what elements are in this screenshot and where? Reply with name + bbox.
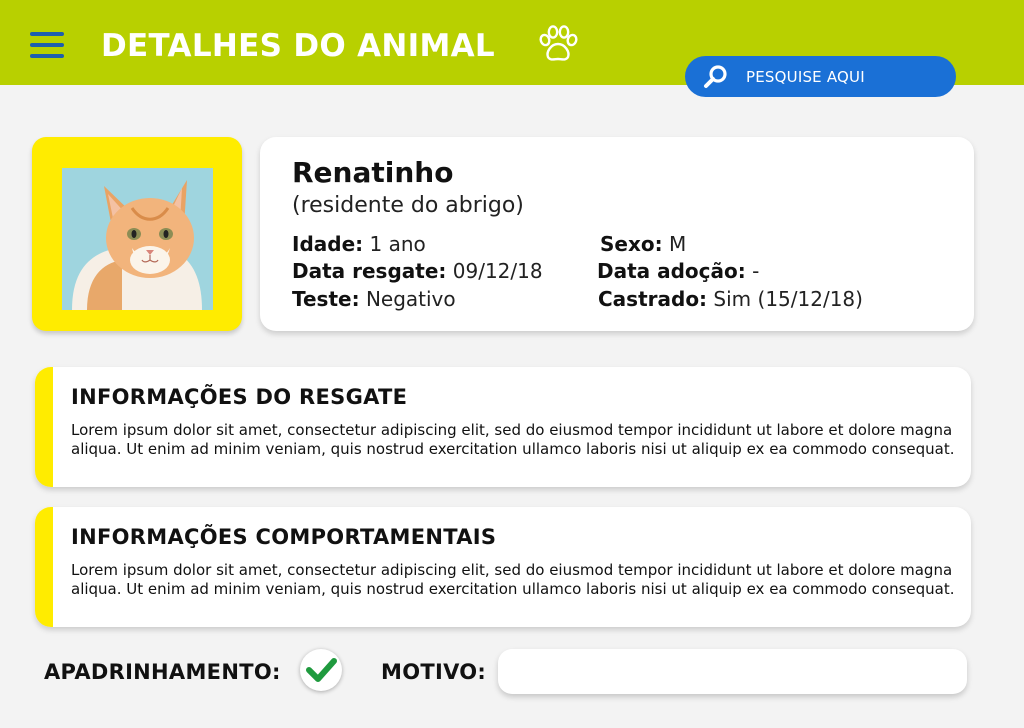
field-data-resgate-label: Data resgate:	[292, 259, 447, 283]
search-bar[interactable]: PESQUISE AQUI	[685, 56, 956, 97]
motivo-input[interactable]	[498, 649, 967, 694]
field-sexo-label: Sexo:	[600, 232, 663, 256]
checkmark-icon	[306, 658, 337, 682]
field-castrado: Castrado: Sim (15/12/18)	[598, 286, 863, 312]
field-teste-label: Teste:	[292, 287, 360, 311]
field-data-adocao: Data adoção: -	[597, 258, 759, 284]
apadrinhamento-label: APADRINHAMENTO:	[44, 660, 281, 684]
animal-photo	[62, 168, 213, 310]
animal-profile-card: Renatinho (residente do abrigo) Idade: 1…	[260, 137, 974, 331]
field-idade-value: 1 ano	[369, 232, 426, 256]
animal-photo-frame	[32, 137, 242, 331]
paw-print-icon	[539, 25, 578, 61]
field-idade: Idade: 1 ano	[292, 231, 426, 257]
page-title: DETALHES DO ANIMAL	[101, 28, 495, 64]
rescue-info-text: Lorem ipsum dolor sit amet, consectetur …	[71, 421, 955, 458]
search-icon[interactable]	[703, 64, 729, 90]
behavior-info-title: INFORMAÇÕES COMPORTAMENTAIS	[71, 525, 497, 549]
field-teste: Teste: Negativo	[292, 286, 456, 312]
rescue-info-title: INFORMAÇÕES DO RESGATE	[71, 385, 408, 409]
field-sexo: Sexo: M	[600, 231, 686, 257]
animal-name: Renatinho	[292, 156, 454, 189]
motivo-label: MOTIVO:	[381, 660, 487, 684]
field-data-adocao-label: Data adoção:	[597, 259, 746, 283]
field-teste-value: Negativo	[365, 287, 456, 311]
card-accent-bar	[35, 367, 53, 487]
field-data-adocao-value: -	[752, 259, 760, 283]
cat-illustration	[62, 168, 213, 310]
rescue-info-card: INFORMAÇÕES DO RESGATE Lorem ipsum dolor…	[35, 367, 971, 487]
field-data-resgate-value: 09/12/18	[452, 259, 543, 283]
field-idade-label: Idade:	[292, 232, 364, 256]
hamburger-menu-icon[interactable]	[30, 32, 64, 58]
field-sexo-value: M	[668, 232, 687, 256]
card-accent-bar	[35, 507, 53, 627]
apadrinhamento-checkbox[interactable]	[300, 649, 342, 691]
behavior-info-text: Lorem ipsum dolor sit amet, consectetur …	[71, 561, 955, 598]
field-castrado-label: Castrado:	[598, 287, 708, 311]
search-placeholder[interactable]: PESQUISE AQUI	[746, 68, 865, 86]
field-data-resgate: Data resgate: 09/12/18	[292, 258, 543, 284]
behavior-info-card: INFORMAÇÕES COMPORTAMENTAIS Lorem ipsum …	[35, 507, 971, 627]
animal-status: (residente do abrigo)	[292, 193, 524, 218]
field-castrado-value: Sim (15/12/18)	[713, 287, 863, 311]
